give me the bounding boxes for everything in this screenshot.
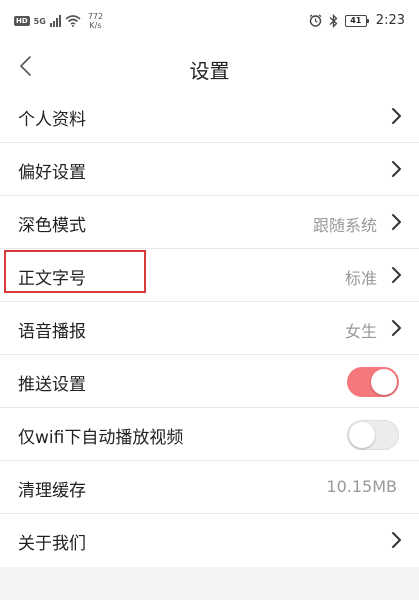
status-bar: HD 5G 772 K/s 41 2:23 xyxy=(0,0,419,44)
alarm-icon xyxy=(309,14,322,27)
battery-icon: 41 xyxy=(344,14,369,27)
network-speed: 772 K/s xyxy=(88,12,103,30)
clock: 2:23 xyxy=(375,13,405,28)
bluetooth-icon xyxy=(329,13,338,28)
wifi-icon xyxy=(65,15,81,27)
toggle-knob xyxy=(349,422,375,448)
row-label: 关于我们 xyxy=(18,534,86,554)
row-label: 深色模式 xyxy=(18,216,86,236)
chevron-right-icon xyxy=(392,214,401,230)
settings-row-dark-mode[interactable]: 深色模式 跟随系统 xyxy=(0,196,419,249)
row-value: 标准 xyxy=(344,269,377,288)
battery-level: 41 xyxy=(344,14,367,27)
chevron-right-icon xyxy=(392,108,401,124)
row-label: 偏好设置 xyxy=(18,163,86,183)
row-value: 女生 xyxy=(344,322,377,341)
row-label: 仅wifi下自动播放视频 xyxy=(18,428,184,448)
settings-row-clear-cache[interactable]: 清理缓存 10.15MB xyxy=(0,461,419,514)
speed-value: 772 xyxy=(87,12,104,21)
row-value: 跟随系统 xyxy=(312,216,377,235)
settings-row-about[interactable]: 关于我们 xyxy=(0,514,419,567)
settings-row-preferences[interactable]: 偏好设置 xyxy=(0,143,419,196)
settings-row-wifi-autoplay: 仅wifi下自动播放视频 xyxy=(0,408,419,461)
row-label: 推送设置 xyxy=(18,375,86,395)
speed-unit: K/s xyxy=(89,21,102,30)
page-title: 设置 xyxy=(189,59,230,83)
network-type: 5G xyxy=(33,16,46,26)
cache-size: 10.15MB xyxy=(326,477,397,496)
settings-row-profile[interactable]: 个人资料 xyxy=(0,90,419,143)
status-right: 41 2:23 xyxy=(309,13,405,28)
signal-icon xyxy=(49,15,61,27)
row-label: 清理缓存 xyxy=(18,481,86,501)
settings-list: 个人资料 偏好设置 深色模式 跟随系统 正文字号 标准 语音播报 女生 推送设置… xyxy=(0,90,419,567)
status-left: HD 5G 772 K/s xyxy=(14,12,103,30)
chevron-right-icon xyxy=(392,161,401,177)
chevron-right-icon xyxy=(392,320,401,336)
toggle-knob xyxy=(371,369,397,395)
settings-row-push: 推送设置 xyxy=(0,355,419,408)
row-label: 个人资料 xyxy=(18,110,86,130)
row-label: 语音播报 xyxy=(18,322,86,342)
settings-row-voice[interactable]: 语音播报 女生 xyxy=(0,302,419,355)
push-toggle[interactable] xyxy=(347,367,399,397)
wifi-autoplay-toggle[interactable] xyxy=(347,420,399,450)
row-label: 正文字号 xyxy=(18,269,86,289)
chevron-right-icon xyxy=(392,532,401,548)
settings-row-font-size[interactable]: 正文字号 标准 xyxy=(0,249,419,302)
hd-badge: HD xyxy=(14,16,30,26)
nav-bar: 设置 xyxy=(0,44,419,90)
chevron-right-icon xyxy=(392,267,401,283)
